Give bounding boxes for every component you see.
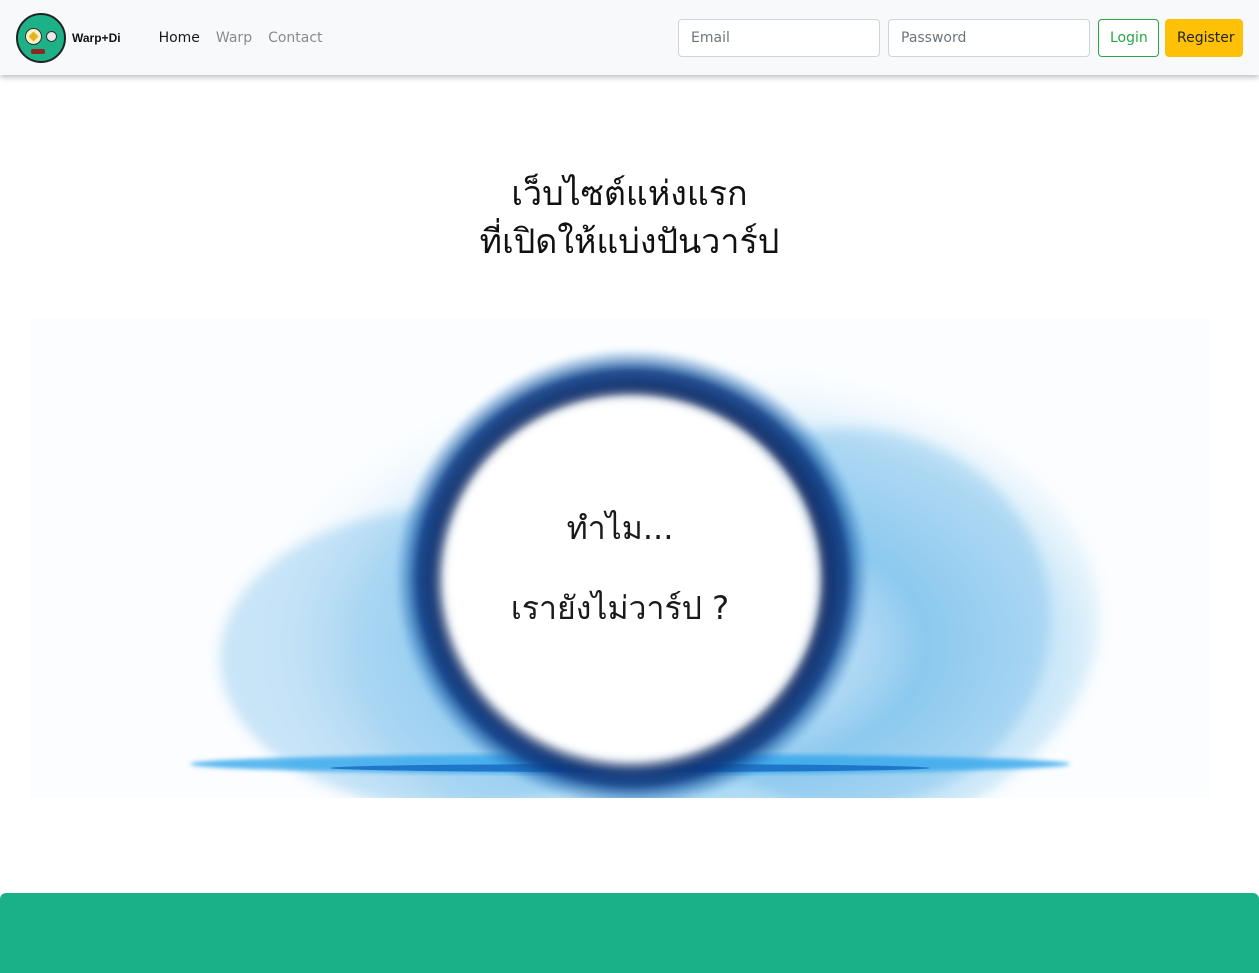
warp-portal-banner: ทำไม... เรายังไม่วาร์ป ?: [30, 318, 1210, 798]
password-input[interactable]: [888, 18, 1090, 57]
email-input[interactable]: [678, 18, 880, 57]
nav-link-contact[interactable]: Contact: [268, 30, 322, 46]
portal-text-line2: เรายังไม่วาร์ป ?: [510, 589, 730, 627]
warp-portal-image: [30, 318, 1210, 798]
top-navbar: Warp+Di Home Warp Contact Login Register: [0, 0, 1259, 75]
portal-text-line1: ทำไม...: [566, 509, 674, 547]
nav-link-warp[interactable]: Warp: [216, 30, 252, 46]
brand-name: Warp+Di: [72, 30, 121, 45]
nav-link-home[interactable]: Home: [159, 30, 200, 46]
green-feature-section: [0, 893, 1259, 973]
hero-title-line2: ที่เปิดให้แบ่งปันวาร์ป: [479, 222, 780, 262]
warp-mascot-logo-icon: [16, 12, 66, 63]
hero-title-line1: เว็บไซต์แห่งแรก: [511, 174, 748, 214]
login-form: Login Register: [678, 18, 1243, 57]
hero-title: เว็บไซต์แห่งแรก ที่เปิดให้แบ่งปันวาร์ป: [0, 170, 1259, 266]
login-button[interactable]: Login: [1098, 18, 1159, 57]
register-button[interactable]: Register: [1165, 18, 1243, 57]
brand-link[interactable]: Warp+Di: [16, 12, 121, 63]
nav-links: Home Warp Contact: [159, 30, 323, 46]
